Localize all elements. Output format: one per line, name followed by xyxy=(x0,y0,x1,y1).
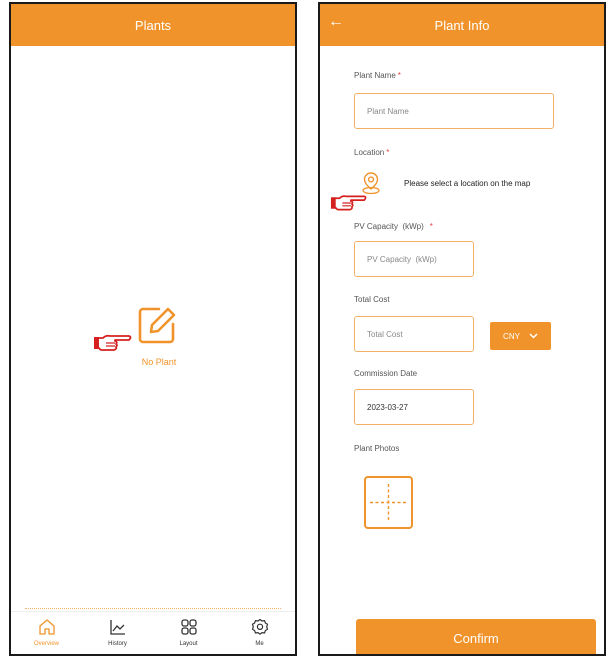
plants-header: Plants xyxy=(11,4,295,46)
plant-name-label: Plant Name * xyxy=(354,71,401,80)
nav-me-label: Me xyxy=(255,641,264,647)
nav-history[interactable]: History xyxy=(82,612,153,654)
total-cost-input[interactable]: Total Cost xyxy=(354,316,474,352)
back-arrow-icon[interactable]: ← xyxy=(328,13,344,31)
chevron-down-icon xyxy=(529,333,538,339)
nav-history-label: History xyxy=(108,641,127,647)
required-mark: * xyxy=(386,148,390,157)
nav-layout[interactable]: Layout xyxy=(153,612,224,654)
confirm-button[interactable]: Confirm xyxy=(356,619,596,654)
pointing-hand-icon xyxy=(94,334,132,351)
location-label: Location * xyxy=(354,148,390,157)
pv-capacity-label: PV Capacity (kWp) * xyxy=(354,222,433,231)
currency-select[interactable]: CNY xyxy=(490,322,551,350)
nav-overview-label: Overview xyxy=(33,641,59,647)
add-photo-icon xyxy=(370,484,407,521)
page-title: Plant Info xyxy=(434,17,490,33)
pointing-hand-icon xyxy=(330,195,367,211)
location-hint[interactable]: Please select a location on the map xyxy=(404,179,530,188)
nav-layout-label: Layout xyxy=(179,641,198,647)
required-mark: * xyxy=(397,71,401,80)
commission-date-input[interactable]: 2023-03-27 xyxy=(354,389,474,425)
commission-date-label: Commission Date xyxy=(354,369,418,378)
plant-info-screen: ← Plant Info Plant Name * Plant Name Loca… xyxy=(318,2,606,656)
grid-icon xyxy=(180,619,197,635)
plant-name-input[interactable]: Plant Name xyxy=(354,93,554,129)
plants-screen: Plants No Plant Overview History Layout … xyxy=(9,2,297,656)
chart-line-icon xyxy=(109,620,125,635)
edit-icon[interactable] xyxy=(137,305,177,345)
nav-divider xyxy=(25,608,281,610)
required-mark: * xyxy=(429,222,433,231)
plant-info-header: ← Plant Info xyxy=(320,4,604,46)
gear-icon xyxy=(251,618,268,635)
total-cost-label: Total Cost xyxy=(354,295,390,304)
plant-photos-label: Plant Photos xyxy=(354,444,400,453)
nav-me[interactable]: Me xyxy=(224,612,295,654)
currency-value: CNY xyxy=(503,331,520,341)
pv-capacity-input[interactable]: PV Capacity (kWp) xyxy=(354,241,474,277)
bottom-nav: Overview History Layout Me xyxy=(11,611,295,654)
add-photo-button[interactable] xyxy=(364,476,413,529)
no-plant-label: No Plant xyxy=(141,357,177,367)
nav-overview[interactable]: Overview xyxy=(11,612,82,654)
page-title: Plants xyxy=(134,17,172,33)
home-icon xyxy=(38,619,55,635)
